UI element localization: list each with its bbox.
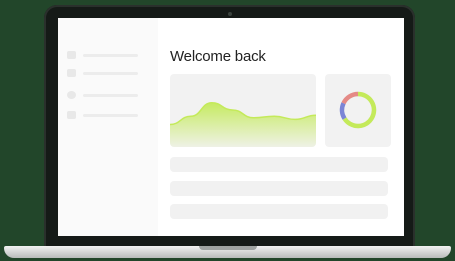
donut-chart bbox=[339, 91, 377, 129]
sidebar-item[interactable] bbox=[67, 51, 149, 59]
square-icon bbox=[67, 111, 76, 119]
sidebar-item-label bbox=[83, 72, 138, 75]
sidebar-item-label bbox=[83, 94, 138, 97]
list-item[interactable] bbox=[170, 157, 388, 172]
square-icon bbox=[67, 69, 76, 77]
area-chart-card bbox=[170, 74, 316, 147]
sidebar-item-label bbox=[83, 114, 138, 117]
list-item[interactable] bbox=[170, 204, 388, 219]
sidebar-item[interactable] bbox=[67, 111, 149, 119]
area-chart bbox=[170, 101, 316, 147]
area-fill bbox=[170, 102, 316, 147]
page-title: Welcome back bbox=[170, 48, 266, 65]
camera-icon bbox=[228, 12, 232, 16]
sidebar-item[interactable] bbox=[67, 91, 149, 99]
donut-segment-3 bbox=[341, 91, 359, 105]
list-item[interactable] bbox=[170, 181, 388, 196]
sidebar bbox=[58, 18, 158, 236]
sidebar-item-label bbox=[83, 54, 138, 57]
app-screen: Welcome back bbox=[58, 18, 404, 236]
sidebar-item[interactable] bbox=[67, 69, 149, 77]
laptop-notch bbox=[199, 246, 257, 250]
square-icon bbox=[67, 51, 76, 59]
donut-segment-2 bbox=[339, 102, 347, 120]
circle-icon bbox=[67, 91, 76, 99]
donut-chart-card bbox=[325, 74, 391, 147]
